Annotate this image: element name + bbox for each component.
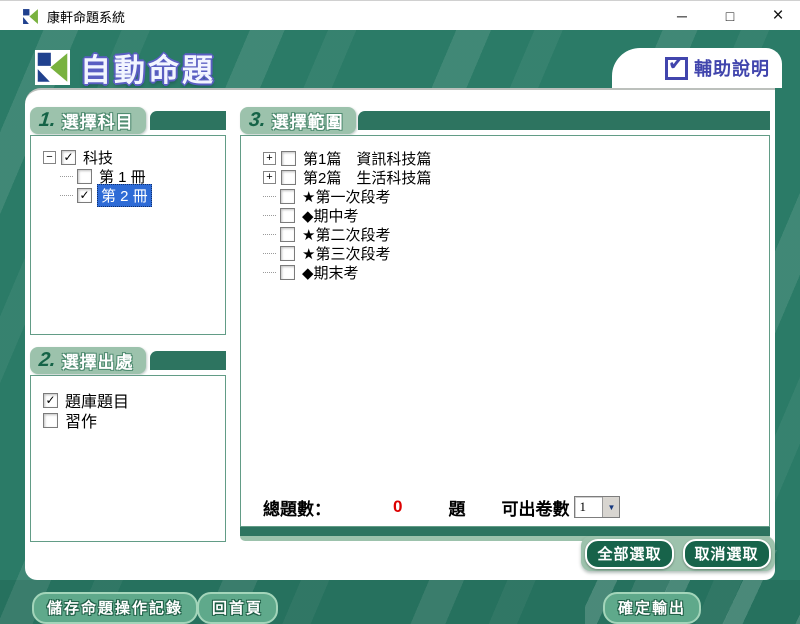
app-background: 自動命題 輔助說明 1. 選擇科目 − 科技: [0, 30, 800, 624]
app-logo-icon: [22, 8, 39, 25]
panel-number: 1.: [38, 109, 57, 132]
panel-header-bar: [150, 111, 226, 130]
confirm-output-button[interactable]: 確定輸出: [603, 592, 701, 624]
deselect-button[interactable]: 取消選取: [683, 539, 771, 569]
checkbox-unchecked[interactable]: [280, 208, 295, 223]
tree-connector: [60, 195, 73, 196]
home-button[interactable]: 回首頁: [197, 592, 278, 624]
checkbox-unchecked[interactable]: [280, 227, 295, 242]
tree-item-label: ◆期末考: [300, 262, 361, 283]
checkbox-unchecked[interactable]: [280, 265, 295, 280]
papers-count-select[interactable]: 1 ▼: [574, 496, 620, 518]
tree-item-book2[interactable]: 第 2 冊: [60, 186, 225, 205]
panel-range-tab: 3. 選擇範圍: [240, 107, 356, 134]
checkbox-unchecked[interactable]: [280, 246, 295, 261]
tree-item-exam1[interactable]: ★第一次段考: [263, 187, 769, 206]
tree-item-exam3[interactable]: ★第三次段考: [263, 244, 769, 263]
panel-title: 選擇範圍: [272, 108, 344, 133]
tree-item-label: 第2篇 生活科技篇: [301, 167, 433, 188]
close-button[interactable]: ×: [766, 4, 790, 28]
checkbox-checked[interactable]: [61, 150, 76, 165]
panel-source-header: 2. 選擇出處: [30, 347, 226, 374]
title-bar: 康軒命題系統 ─ □ ×: [0, 0, 800, 31]
help-button[interactable]: 輔助說明: [612, 48, 782, 88]
panel-header-bar: [150, 351, 226, 370]
maximize-button[interactable]: □: [718, 4, 742, 28]
tree-item-label: 第1篇 資訊科技篇: [301, 148, 433, 169]
panel-footer-bar: [240, 527, 770, 536]
save-record-button[interactable]: 儲存命題操作記錄: [32, 592, 198, 624]
expand-icon[interactable]: +: [263, 152, 276, 165]
brand-banner: 自動命題: [35, 45, 216, 90]
tree-item-unit1[interactable]: + 第1篇 資訊科技篇: [263, 149, 769, 168]
range-tree-box: + 第1篇 資訊科技篇 + 第2篇 生活科技篇 ★第一次段考: [240, 135, 770, 527]
minimize-button[interactable]: ─: [670, 4, 694, 28]
checkbox-unchecked[interactable]: [77, 169, 92, 184]
tree-connector: [60, 176, 73, 177]
chevron-down-icon[interactable]: ▼: [602, 497, 619, 517]
panel-number: 2.: [38, 349, 57, 372]
panel-title: 選擇科目: [62, 108, 134, 133]
select-all-button[interactable]: 全部選取: [585, 539, 673, 569]
papers-count-value: 1: [575, 497, 602, 517]
help-label: 輔助說明: [694, 55, 770, 81]
footer-toolbar: 儲存命題操作記錄 回首頁 確定輸出: [0, 580, 800, 624]
checkbox-unchecked[interactable]: [43, 413, 58, 428]
tree-connector: [263, 234, 276, 235]
option-workbook[interactable]: 習作: [43, 410, 225, 430]
window-title: 康軒命題系統: [47, 7, 125, 26]
tree-item-label: ★第二次段考: [300, 224, 392, 245]
tree-item-exam2[interactable]: ★第二次段考: [263, 225, 769, 244]
option-question-bank[interactable]: 題庫題目: [43, 390, 225, 410]
subject-tree-box: − 科技 第 1 冊 第 2 冊: [30, 135, 226, 335]
tree-item-midterm[interactable]: ◆期中考: [263, 206, 769, 225]
tree-connector: [263, 196, 276, 197]
tree-connector: [263, 215, 276, 216]
app-window: 康軒命題系統 ─ □ × 自動命題 輔助說明: [0, 0, 800, 624]
tree-item-final[interactable]: ◆期末考: [263, 263, 769, 282]
tree-item-unit2[interactable]: + 第2篇 生活科技篇: [263, 168, 769, 187]
selection-buttons-tab: 全部選取 取消選取: [581, 536, 775, 571]
papers-label: 可出卷數: [501, 495, 569, 520]
total-label: 總題數：: [263, 495, 331, 520]
expand-icon[interactable]: +: [263, 171, 276, 184]
tree-connector: [263, 253, 276, 254]
brand-logo-icon: [35, 50, 70, 85]
option-label: 習作: [63, 408, 99, 432]
collapse-icon[interactable]: −: [43, 151, 56, 164]
source-options-box: 題庫題目 習作: [30, 375, 226, 542]
tree-item-subject[interactable]: − 科技: [43, 148, 225, 167]
page-title: 自動命題: [80, 45, 216, 90]
panel-title: 選擇出處: [62, 348, 134, 373]
checkbox-unchecked[interactable]: [281, 151, 296, 166]
panel-subject-header: 1. 選擇科目: [30, 107, 226, 134]
tree-item-label-selected: 第 2 冊: [97, 184, 152, 207]
checkbox-unchecked[interactable]: [280, 189, 295, 204]
panel-subject-tab: 1. 選擇科目: [30, 107, 146, 134]
panel-number: 3.: [248, 109, 267, 132]
checkbox-checked[interactable]: [43, 393, 58, 408]
checkbox-unchecked[interactable]: [281, 170, 296, 185]
tree-connector: [263, 272, 276, 273]
summary-row: 總題數： 0 題 可出卷數 1 ▼: [241, 495, 769, 519]
tree-item-label: ★第一次段考: [300, 186, 392, 207]
panel-range-header: 3. 選擇範圍: [240, 107, 770, 134]
main-content: 1. 選擇科目 − 科技 第 1 冊 第 2 冊: [25, 88, 775, 580]
panel-source-tab: 2. 選擇出處: [30, 347, 146, 374]
tree-item-label: ★第三次段考: [300, 243, 392, 264]
panel-header-bar: [358, 111, 770, 130]
checkbox-checked[interactable]: [77, 188, 92, 203]
check-pen-icon: [665, 57, 688, 80]
tree-item-label: 科技: [81, 147, 115, 168]
total-value: 0: [393, 497, 402, 517]
unit-label: 題: [448, 495, 465, 520]
tree-item-label: ◆期中考: [300, 205, 361, 226]
